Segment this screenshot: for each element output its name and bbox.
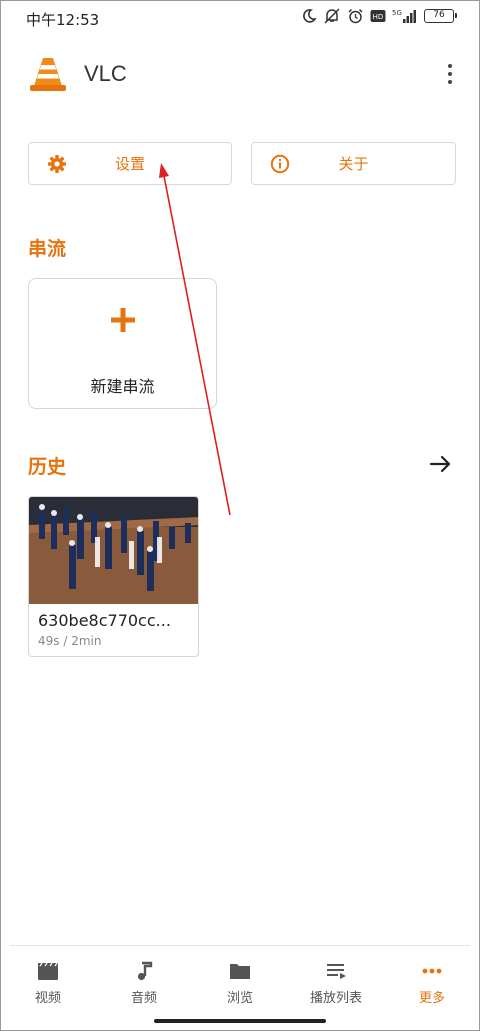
svg-text:5G: 5G	[392, 9, 402, 17]
arrow-right-icon[interactable]	[428, 451, 454, 477]
status-icons: HD 5G 76	[301, 8, 457, 24]
app-title: VLC	[84, 61, 127, 86]
hd-icon: HD	[370, 10, 386, 22]
overflow-dot	[448, 80, 452, 84]
mute-bell-icon	[324, 8, 340, 24]
video-icon	[38, 962, 58, 980]
about-button[interactable]: 关于	[251, 142, 456, 185]
nav-label-playlist: 播放列表	[309, 991, 362, 1006]
app-header: VLC	[0, 52, 480, 98]
nav-label-video: 视频	[34, 991, 61, 1006]
nav-item-browse[interactable]: 浏览	[192, 947, 288, 1017]
video-thumbnail	[29, 497, 198, 604]
media-progress: 49s / 2min	[38, 634, 102, 648]
svg-text:HD: HD	[373, 13, 384, 21]
alarm-icon	[348, 8, 363, 24]
nav-item-video[interactable]: 视频	[0, 947, 96, 1017]
overflow-menu-button[interactable]	[442, 58, 458, 90]
battery-indicator: 76	[424, 9, 457, 23]
nav-label-audio: 音频	[130, 991, 157, 1006]
history-media-card[interactable]: 630be8c770cc... 49s / 2min	[28, 496, 199, 657]
signal-5g-icon: 5G	[392, 9, 416, 23]
history-section-title: 历史	[28, 456, 67, 478]
media-title: 630be8c770cc...	[38, 611, 171, 630]
nav-item-audio[interactable]: 音频	[96, 947, 192, 1017]
moon-icon	[303, 9, 317, 23]
nav-label-more: 更多	[418, 991, 445, 1006]
home-indicator	[154, 1019, 326, 1023]
gear-icon	[48, 155, 66, 173]
music-icon	[137, 961, 153, 981]
plus-icon	[111, 308, 135, 332]
bottom-nav: 视频 音频 浏览 播放列表 更多	[0, 947, 480, 1017]
bottom-nav-divider	[10, 945, 470, 946]
overflow-dot	[448, 72, 452, 76]
new-stream-card[interactable]: 新建串流	[28, 278, 217, 409]
overflow-dot	[448, 64, 452, 68]
status-bar: 中午12:53 HD 5G 76	[0, 0, 480, 36]
nav-item-playlist[interactable]: 播放列表	[288, 947, 384, 1017]
playlist-icon	[327, 964, 346, 979]
settings-button[interactable]: 设置	[28, 142, 232, 185]
info-icon	[270, 154, 290, 174]
more-icon	[422, 968, 442, 974]
status-time: 中午12:53	[26, 11, 100, 29]
folder-icon	[230, 964, 250, 979]
nav-item-more[interactable]: 更多	[384, 947, 480, 1017]
nav-label-browse: 浏览	[226, 991, 253, 1006]
vlc-cone-logo-icon	[30, 58, 66, 91]
new-stream-label: 新建串流	[90, 377, 155, 396]
streams-section-title: 串流	[28, 238, 67, 260]
